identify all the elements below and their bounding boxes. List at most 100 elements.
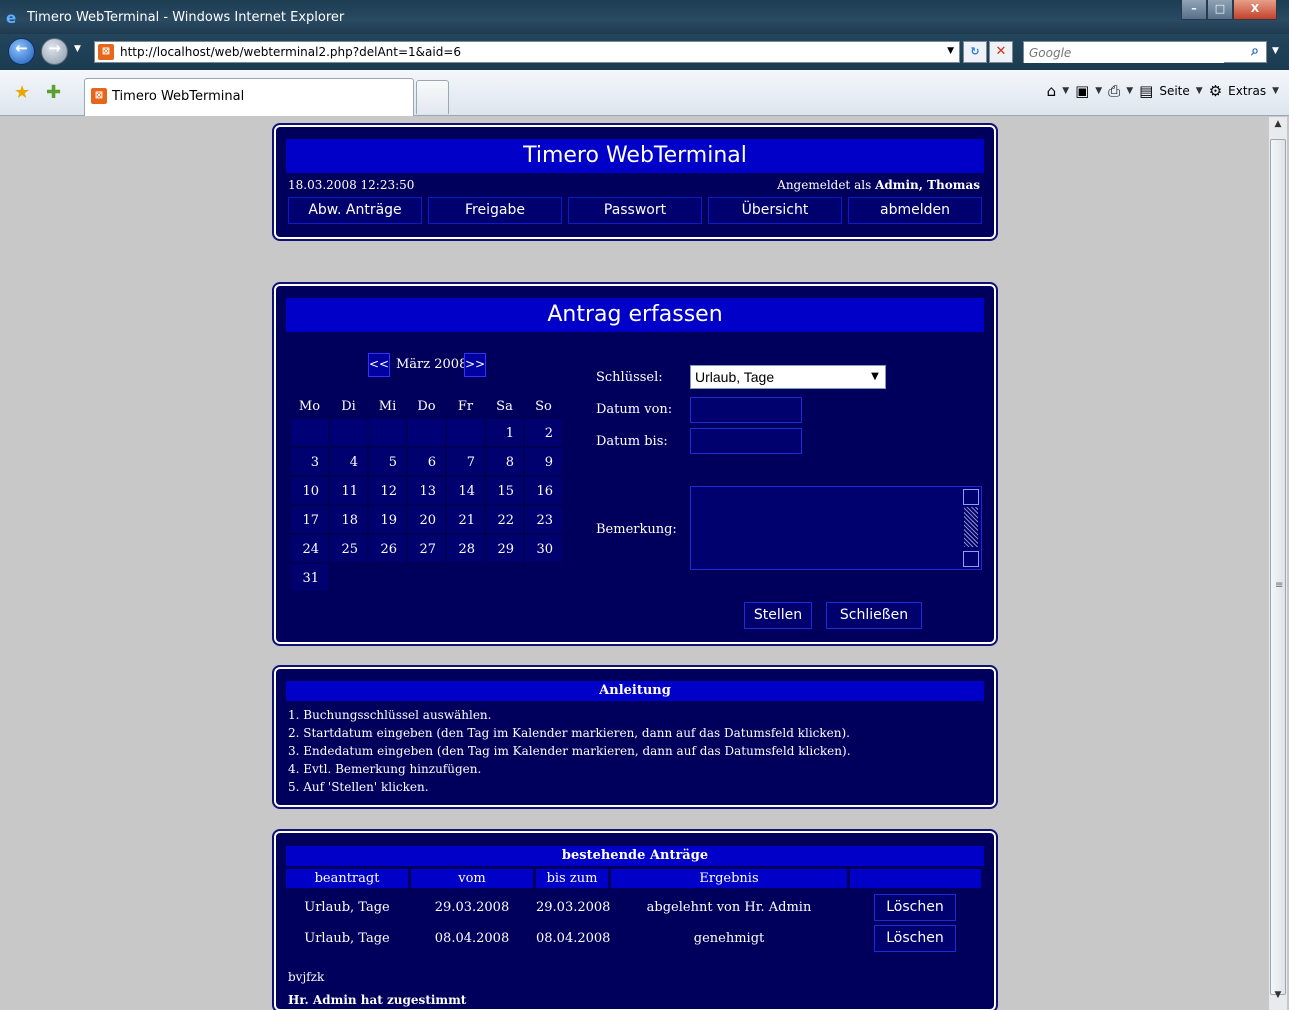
minimize-button[interactable]: – xyxy=(1181,0,1207,20)
calendar-day[interactable]: 18 xyxy=(329,505,368,534)
calendar-day[interactable]: 17 xyxy=(290,505,329,534)
nav-logout-button[interactable]: abmelden xyxy=(848,197,982,224)
home-dropdown-icon[interactable]: ▼ xyxy=(1062,86,1069,96)
remark-textarea[interactable] xyxy=(690,486,982,570)
calendar-day[interactable]: 28 xyxy=(446,534,485,563)
nav-password-button[interactable]: Passwort xyxy=(568,197,702,224)
tab-favicon-icon: ⊠ xyxy=(91,88,107,104)
calendar-day[interactable]: 24 xyxy=(290,534,329,563)
calendar-day[interactable]: 27 xyxy=(407,534,446,563)
submit-button[interactable]: Stellen xyxy=(744,602,812,629)
calendar-day[interactable]: 3 xyxy=(290,447,329,476)
calendar-day[interactable]: 8 xyxy=(485,447,524,476)
calendar-day[interactable]: 30 xyxy=(524,534,563,563)
calendar-day[interactable]: 19 xyxy=(368,505,407,534)
stop-button[interactable]: ✕ xyxy=(989,41,1013,63)
date-to-field[interactable] xyxy=(690,428,802,454)
calendar-day[interactable]: 22 xyxy=(485,505,524,534)
home-icon[interactable]: ⌂ xyxy=(1047,82,1057,100)
url-text[interactable]: http://localhost/web/webterminal2.php?de… xyxy=(120,45,461,59)
scroll-up-arrow-icon[interactable]: ▲ xyxy=(1269,119,1287,137)
nav-absence-requests-button[interactable]: Abw. Anträge xyxy=(288,197,422,224)
instruction-step: 5. Auf 'Stellen' klicken. xyxy=(288,780,429,794)
calendar-empty-cell xyxy=(290,418,329,447)
back-button[interactable]: ← xyxy=(8,38,35,65)
calendar-week-row: 17 18 19 20 21 22 23 xyxy=(290,505,563,534)
calendar-day[interactable]: 9 xyxy=(524,447,563,476)
calendar-day[interactable]: 25 xyxy=(329,534,368,563)
print-dropdown-icon[interactable]: ▼ xyxy=(1126,86,1133,96)
calendar-day[interactable]: 16 xyxy=(524,476,563,505)
key-select-arrow-icon[interactable]: ▼ xyxy=(865,366,885,388)
calendar-day[interactable]: 26 xyxy=(368,534,407,563)
address-dropdown-icon[interactable]: ▼ xyxy=(947,46,954,56)
calendar-day[interactable]: 23 xyxy=(524,505,563,534)
calendar-day[interactable]: 20 xyxy=(407,505,446,534)
tools-dropdown-icon[interactable]: ▼ xyxy=(1272,86,1279,96)
prev-month-button[interactable]: << xyxy=(368,353,390,377)
search-box[interactable]: ⌕ xyxy=(1023,41,1267,63)
request-to: 29.03.2008 xyxy=(536,900,611,915)
calendar-day[interactable]: 29 xyxy=(485,534,524,563)
scroll-down-icon[interactable] xyxy=(963,551,979,567)
calendar-day[interactable]: 7 xyxy=(446,447,485,476)
calendar-day[interactable]: 4 xyxy=(329,447,368,476)
feeds-icon[interactable]: ▣ xyxy=(1075,82,1089,100)
calendar-day[interactable]: 21 xyxy=(446,505,485,534)
calendar-day[interactable]: 13 xyxy=(407,476,446,505)
scroll-up-icon[interactable] xyxy=(963,489,979,505)
forward-button[interactable]: → xyxy=(41,38,68,65)
maximize-button[interactable]: □ xyxy=(1207,0,1233,20)
delete-request-button[interactable]: Löschen xyxy=(874,894,956,921)
scroll-track[interactable] xyxy=(964,507,978,547)
request-form-panel: Antrag erfassen << März 2008 >> Mo Di Mi Do… xyxy=(272,282,998,646)
refresh-button[interactable]: ↻ xyxy=(963,41,987,63)
calendar-day[interactable]: 14 xyxy=(446,476,485,505)
delete-request-button[interactable]: Löschen xyxy=(874,925,956,952)
calendar-day[interactable]: 2 xyxy=(524,418,563,447)
calendar-day[interactable]: 5 xyxy=(368,447,407,476)
print-icon[interactable]: ⎙ xyxy=(1108,82,1120,100)
page-scrollbar[interactable]: ▲ ≡ ▼ xyxy=(1268,117,1287,1010)
request-type: Urlaub, Tage xyxy=(304,931,390,946)
request-result: genehmigt xyxy=(693,931,765,946)
request-from: 08.04.2008 xyxy=(434,931,510,946)
close-button[interactable]: Schließen xyxy=(826,602,922,629)
main-navigation: Abw. Anträge Freigabe Passwort Übersicht… xyxy=(288,197,982,224)
calendar-day[interactable]: 6 xyxy=(407,447,446,476)
calendar-empty-cell xyxy=(368,418,407,447)
calendar-day[interactable]: 1 xyxy=(485,418,524,447)
calendar-day[interactable]: 31 xyxy=(290,563,329,592)
add-favorite-icon[interactable]: ✚ xyxy=(46,82,61,103)
nav-overview-button[interactable]: Übersicht xyxy=(708,197,842,224)
history-dropdown-icon[interactable]: ▼ xyxy=(74,44,81,54)
calendar-day[interactable]: 12 xyxy=(368,476,407,505)
calendar-day[interactable]: 10 xyxy=(290,476,329,505)
tab-timero[interactable]: ⊠ Timero WebTerminal xyxy=(84,78,414,116)
tools-menu[interactable]: Extras xyxy=(1228,84,1266,98)
new-tab-button[interactable] xyxy=(416,80,449,114)
calendar-empty-cell xyxy=(329,418,368,447)
address-field[interactable]: ⊠ http://localhost/web/webterminal2.php?… xyxy=(94,41,960,63)
column-header: beantragt xyxy=(286,869,408,888)
scroll-down-arrow-icon[interactable]: ▼ xyxy=(1269,990,1287,1008)
key-label: Schlüssel: xyxy=(596,370,663,385)
column-header: bis zum xyxy=(536,869,608,888)
next-month-button[interactable]: >> xyxy=(464,353,486,377)
calendar-day[interactable]: 11 xyxy=(329,476,368,505)
feeds-dropdown-icon[interactable]: ▼ xyxy=(1095,86,1102,96)
date-from-field[interactable] xyxy=(690,397,802,423)
favorites-star-icon[interactable]: ★ xyxy=(14,82,30,103)
calendar-day[interactable]: 15 xyxy=(485,476,524,505)
search-input[interactable] xyxy=(1024,43,1224,63)
page-menu[interactable]: Seite xyxy=(1159,84,1189,98)
page-dropdown-icon[interactable]: ▼ xyxy=(1196,86,1203,96)
search-options-dropdown-icon[interactable]: ▼ xyxy=(1272,46,1279,56)
remark-scrollbar[interactable] xyxy=(963,489,979,567)
scrollbar-thumb[interactable]: ≡ xyxy=(1270,139,1286,995)
key-select[interactable]: Urlaub, Tage ▼ xyxy=(690,365,886,389)
search-icon[interactable]: ⌕ xyxy=(1251,43,1259,59)
close-window-button[interactable]: X xyxy=(1233,0,1277,20)
nav-approval-button[interactable]: Freigabe xyxy=(428,197,562,224)
weekday-label: Sa xyxy=(496,399,513,414)
